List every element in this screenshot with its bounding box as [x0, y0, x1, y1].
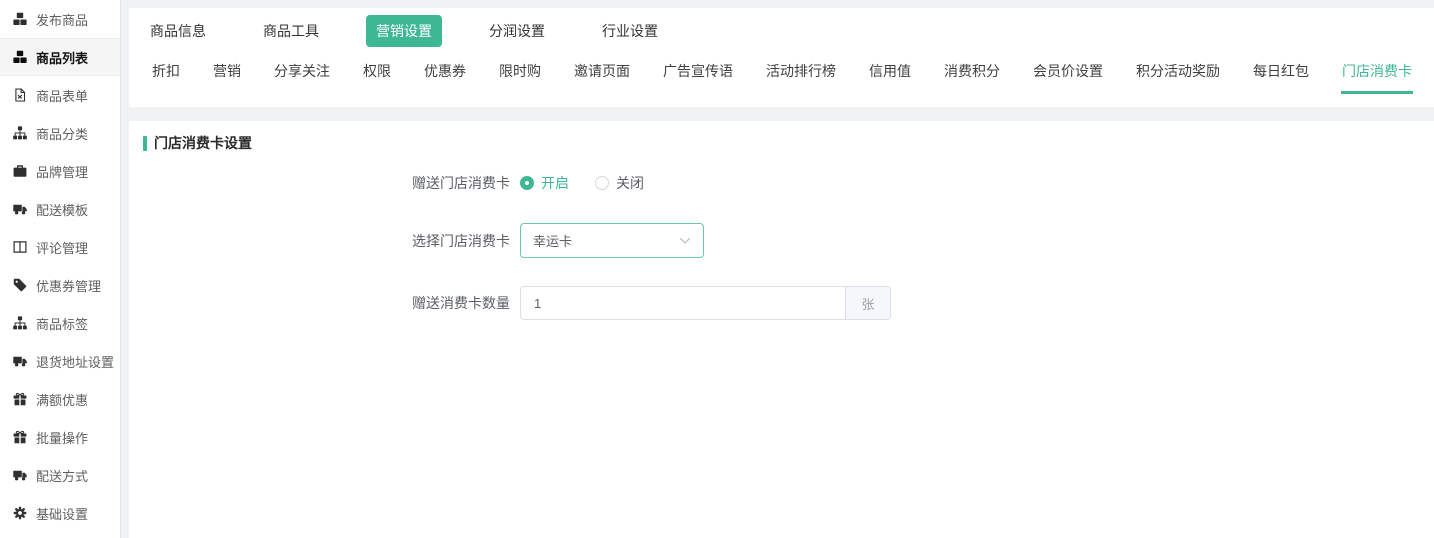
cubes-icon	[13, 12, 27, 26]
sidebar-item[interactable]: 商品列表	[0, 38, 120, 76]
radio-icon[interactable]	[520, 176, 534, 190]
sidebar-item[interactable]: 配送方式	[0, 456, 120, 494]
secondary-tab[interactable]: 限时购	[498, 54, 542, 94]
settings-panel: 门店消费卡设置 赠送门店消费卡 开启 关闭 选择门店消费卡 幸运卡	[129, 121, 1434, 538]
sidebar-item-label: 优惠券管理	[36, 276, 101, 295]
sidebar-item[interactable]: 满额优惠	[0, 380, 120, 418]
secondary-tab[interactable]: 邀请页面	[573, 54, 631, 94]
truck-icon	[13, 354, 27, 368]
card-count-unit: 张	[845, 287, 890, 319]
form-row-card-count: 赠送消费卡数量 张	[143, 286, 1420, 320]
sidebar-item[interactable]: 基础设置	[0, 494, 120, 532]
sitemap-icon	[13, 126, 27, 140]
sidebar: 发布商品商品列表商品表单商品分类品牌管理配送模板评论管理优惠券管理商品标签退货地…	[0, 0, 121, 538]
secondary-tab[interactable]: 权限	[362, 54, 392, 94]
sidebar-item[interactable]: 优惠券管理	[0, 266, 120, 304]
radio-label: 关闭	[616, 173, 644, 193]
sidebar-item-label: 评论管理	[36, 238, 88, 257]
sidebar-item-label: 商品分类	[36, 124, 88, 143]
give-card-label: 赠送门店消费卡	[143, 173, 510, 193]
file-icon	[13, 88, 27, 102]
secondary-tab-bar: 折扣营销分享关注权限优惠券限时购邀请页面广告宣传语活动排行榜信用值消费积分会员价…	[140, 54, 1434, 94]
secondary-tab[interactable]: 广告宣传语	[662, 54, 734, 94]
cubes-icon	[13, 50, 27, 64]
sidebar-item[interactable]: 商品分类	[0, 114, 120, 152]
radio-option[interactable]: 关闭	[595, 173, 644, 193]
briefcase-icon	[13, 164, 27, 178]
primary-tab[interactable]: 分润设置	[479, 15, 555, 47]
radio-option[interactable]: 开启	[520, 173, 569, 193]
primary-tab[interactable]: 营销设置	[366, 15, 442, 47]
give-card-radio-group: 开启 关闭	[520, 171, 644, 195]
sidebar-item-label: 商品列表	[36, 48, 88, 67]
sidebar-item-label: 发布商品	[36, 10, 88, 29]
gift-icon	[13, 430, 27, 444]
secondary-tab[interactable]: 活动排行榜	[765, 54, 837, 94]
secondary-tab[interactable]: 会员价设置	[1032, 54, 1104, 94]
card-count-label: 赠送消费卡数量	[143, 293, 510, 313]
primary-tab[interactable]: 商品信息	[140, 15, 216, 47]
section-accent-bar	[143, 136, 147, 151]
chevron-down-icon	[679, 237, 691, 245]
section-title: 门店消费卡设置	[154, 133, 252, 153]
radio-label: 开启	[541, 173, 569, 193]
sidebar-item[interactable]: 商品标签	[0, 304, 120, 342]
form-row-select-card: 选择门店消费卡 幸运卡	[143, 223, 1420, 258]
sidebar-item[interactable]: 批量操作	[0, 418, 120, 456]
sitemap-icon	[13, 316, 27, 330]
sidebar-item[interactable]: 商品表单	[0, 76, 120, 114]
sidebar-item-label: 商品表单	[36, 86, 88, 105]
card-count-input[interactable]	[521, 287, 845, 319]
store-card-select-value: 幸运卡	[533, 231, 572, 250]
store-card-select[interactable]: 幸运卡	[520, 223, 704, 258]
gift-icon	[13, 392, 27, 406]
secondary-tab[interactable]: 折扣	[151, 54, 181, 94]
card-count-input-group: 张	[520, 286, 891, 320]
select-card-label: 选择门店消费卡	[143, 231, 510, 251]
truck-icon	[13, 202, 27, 216]
truck-icon	[13, 468, 27, 482]
sidebar-item-label: 批量操作	[36, 428, 88, 447]
tag-icon	[13, 278, 27, 292]
sidebar-item-label: 退货地址设置	[36, 352, 114, 371]
app: 发布商品商品列表商品表单商品分类品牌管理配送模板评论管理优惠券管理商品标签退货地…	[0, 0, 1434, 538]
secondary-tab[interactable]: 分享关注	[273, 54, 331, 94]
secondary-tab[interactable]: 消费积分	[943, 54, 1001, 94]
secondary-tab[interactable]: 每日红包	[1252, 54, 1310, 94]
secondary-tab[interactable]: 营销	[212, 54, 242, 94]
primary-tab[interactable]: 商品工具	[253, 15, 329, 47]
sidebar-item[interactable]: 品牌管理	[0, 152, 120, 190]
sidebar-item-label: 基础设置	[36, 504, 88, 523]
sidebar-item-label: 品牌管理	[36, 162, 88, 181]
tabs-panel: 商品信息 商品工具 营销设置 分润设置 行业设置 折扣营销分享关注权限优惠券限时购邀请页…	[129, 8, 1434, 107]
sidebar-item-label: 配送方式	[36, 466, 88, 485]
sidebar-item-label: 满额优惠	[36, 390, 88, 409]
radio-icon[interactable]	[595, 176, 609, 190]
section-header: 门店消费卡设置	[143, 133, 1420, 153]
sidebar-item-label: 商品标签	[36, 314, 88, 333]
sidebar-item[interactable]: 退货地址设置	[0, 342, 120, 380]
secondary-tab[interactable]: 信用值	[868, 54, 912, 94]
sidebar-item[interactable]: 配送模板	[0, 190, 120, 228]
form-row-give-card: 赠送门店消费卡 开启 关闭	[143, 171, 1420, 195]
main-content: 商品信息 商品工具 营销设置 分润设置 行业设置 折扣营销分享关注权限优惠券限时购邀请页…	[121, 0, 1434, 538]
columns-icon	[13, 240, 27, 254]
primary-tab-bar: 商品信息 商品工具 营销设置 分润设置 行业设置	[140, 8, 1434, 54]
secondary-tab[interactable]: 优惠券	[423, 54, 467, 94]
secondary-tab[interactable]: 积分活动奖励	[1135, 54, 1221, 94]
store-card-form: 赠送门店消费卡 开启 关闭 选择门店消费卡 幸运卡 赠送消费卡数量	[143, 171, 1420, 320]
sidebar-item[interactable]: 发布商品	[0, 0, 120, 38]
sidebar-item[interactable]: 评论管理	[0, 228, 120, 266]
gear-icon	[13, 506, 27, 520]
sidebar-item-label: 配送模板	[36, 200, 88, 219]
secondary-tab[interactable]: 门店消费卡	[1341, 54, 1413, 94]
primary-tab[interactable]: 行业设置	[592, 15, 668, 47]
